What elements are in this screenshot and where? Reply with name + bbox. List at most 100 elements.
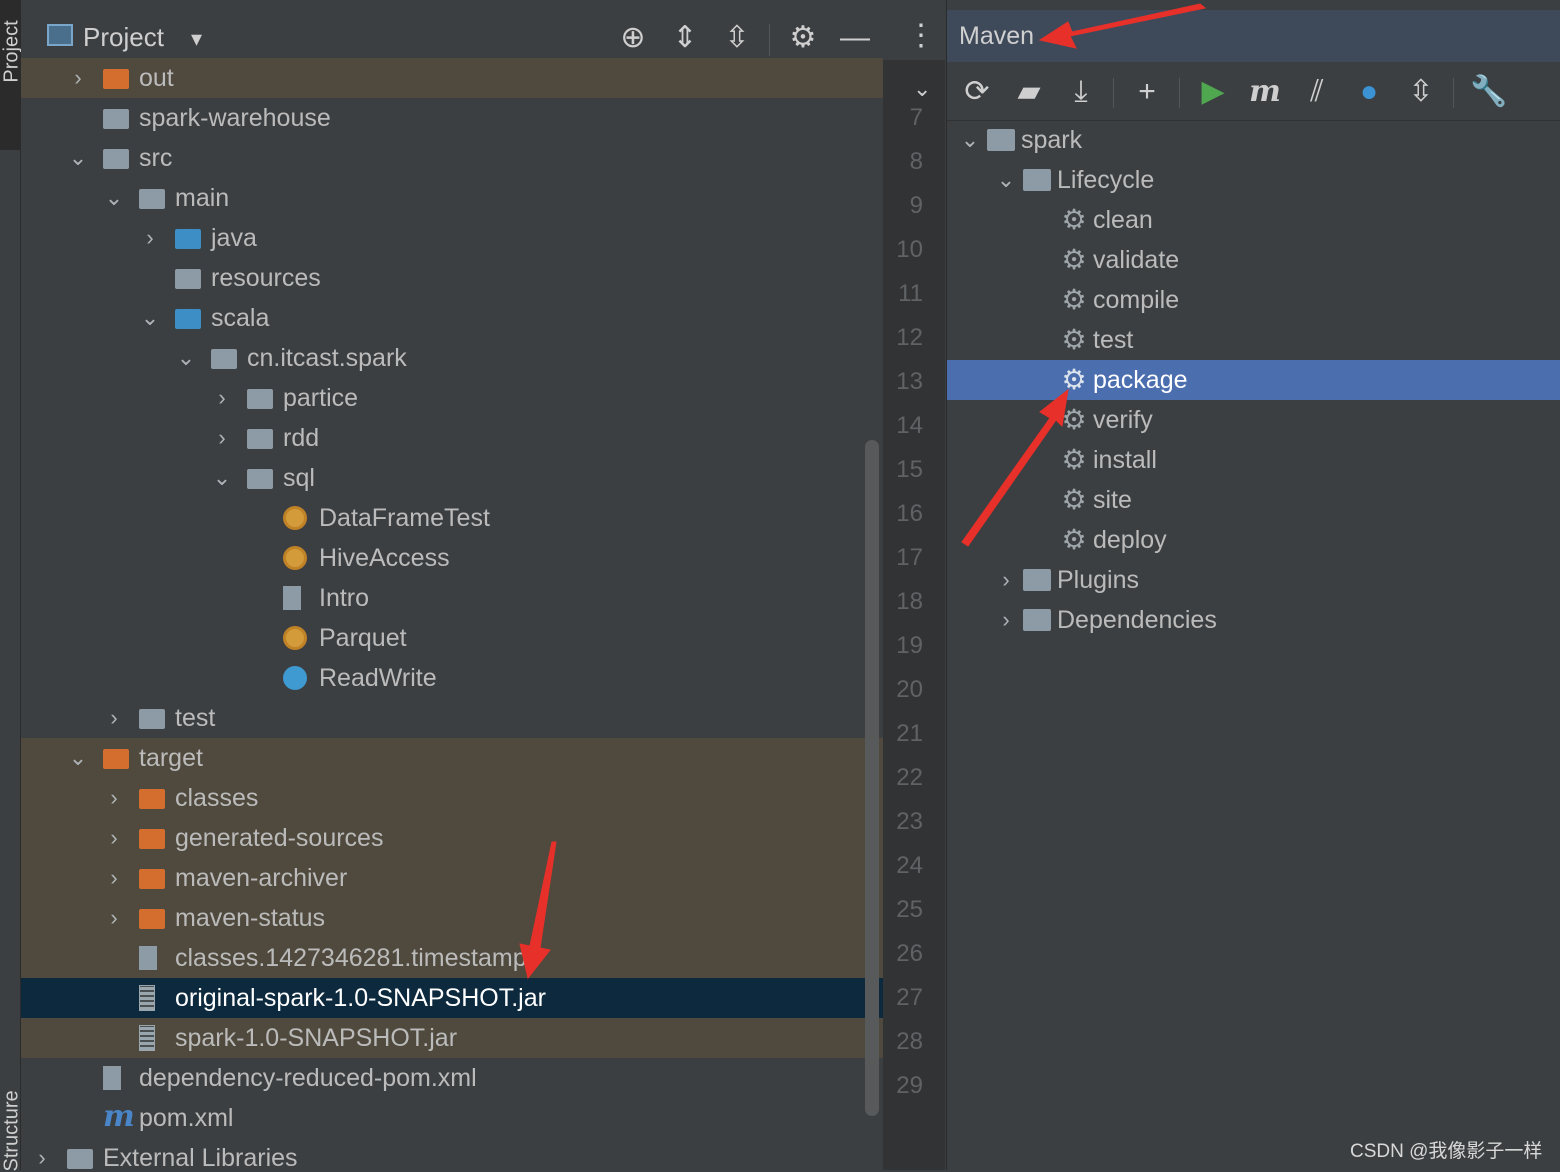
chevron-down-icon[interactable]: ▾ <box>191 26 202 52</box>
tree-row[interactable]: resources <box>21 258 883 298</box>
maven-goal-icon[interactable]: m <box>1245 72 1285 112</box>
line-number: 20 <box>896 676 923 703</box>
chevron-right-icon[interactable]: › <box>211 418 233 458</box>
tree-row[interactable]: › test <box>21 698 883 738</box>
locate-icon[interactable]: ⊕ <box>615 20 651 56</box>
project-scrollbar[interactable] <box>865 440 879 1116</box>
tree-row[interactable]: › classes <box>21 778 883 818</box>
chevron-down-icon[interactable]: ⌄ <box>67 138 89 178</box>
skip-tests-icon[interactable]: ● <box>1349 72 1389 112</box>
chevron-right-icon[interactable]: › <box>103 778 125 818</box>
chevron-right-icon[interactable]: › <box>103 898 125 938</box>
chevron-right-icon[interactable]: › <box>211 378 233 418</box>
tree-row[interactable]: › rdd <box>21 418 883 458</box>
tree-row-label: classes.1427346281.timestamp <box>175 944 527 972</box>
tree-row-label: ReadWrite <box>319 664 437 692</box>
tree-row[interactable]: ⌄ scala <box>21 298 883 338</box>
tree-row[interactable]: ReadWrite <box>21 658 883 698</box>
chevron-down-icon[interactable]: ⌄ <box>103 178 125 218</box>
gear-icon: ⚙ <box>1061 244 1087 275</box>
maven-title: Maven <box>959 22 1035 50</box>
folder-orange-icon <box>139 789 165 809</box>
chevron-right-icon[interactable]: › <box>103 698 125 738</box>
toggle-offline-icon[interactable]: ⫽ <box>1297 72 1337 112</box>
maven-tree-row-label: site <box>1093 486 1132 514</box>
plus-icon[interactable]: + <box>1127 72 1167 112</box>
collapse-icon[interactable]: ⇳ <box>1401 72 1441 112</box>
maven-tree-row[interactable]: ⚙ deploy <box>947 520 1560 560</box>
tree-row[interactable]: Intro <box>21 578 883 618</box>
line-number: 24 <box>896 852 923 879</box>
chevron-down-icon[interactable]: ⌄ <box>67 738 89 778</box>
more-options-icon[interactable]: ⋮ <box>906 18 936 53</box>
maven-tree-row[interactable]: ⚙ install <box>947 440 1560 480</box>
tree-row[interactable]: DataFrameTest <box>21 498 883 538</box>
chevron-right-icon[interactable]: › <box>103 818 125 858</box>
gear-icon[interactable]: ⚙ <box>785 20 821 56</box>
line-number: 16 <box>896 500 923 527</box>
settings-wrench-icon[interactable]: 🔧 <box>1469 72 1509 112</box>
chevron-down-icon[interactable]: ⌄ <box>959 120 981 160</box>
tree-row[interactable]: ⌄ sql <box>21 458 883 498</box>
line-number: 21 <box>896 720 923 747</box>
folder-orange-icon <box>103 749 129 769</box>
maven-tree-row[interactable]: ⚙ compile <box>947 280 1560 320</box>
tree-row[interactable]: › partice <box>21 378 883 418</box>
collapse-all-icon[interactable]: ⇳ <box>719 20 755 56</box>
tree-row[interactable]: spark-warehouse <box>21 98 883 138</box>
chevron-down-icon[interactable]: ⌄ <box>175 338 197 378</box>
expand-all-icon[interactable]: ⇕ <box>667 20 703 56</box>
gear-icon: ⚙ <box>1061 364 1087 395</box>
chevron-right-icon[interactable]: › <box>67 58 89 98</box>
project-view-selector[interactable]: Project <box>83 22 164 53</box>
tree-row[interactable]: ⌄ main <box>21 178 883 218</box>
tree-row[interactable]: spark-1.0-SNAPSHOT.jar <box>21 1018 883 1058</box>
chevron-right-icon[interactable]: › <box>31 1138 53 1170</box>
maven-tree-row[interactable]: ⚙ package <box>947 360 1560 400</box>
chevron-right-icon[interactable]: › <box>103 858 125 898</box>
tree-row[interactable]: › maven-status <box>21 898 883 938</box>
chevron-down-icon[interactable]: ⌄ <box>913 76 931 102</box>
tree-row[interactable]: ⌄ target <box>21 738 883 778</box>
maven-tree-row[interactable]: ⚙ test <box>947 320 1560 360</box>
maven-tree-row[interactable]: ⌄ Lifecycle <box>947 160 1560 200</box>
tree-row[interactable]: ⌄ src <box>21 138 883 178</box>
maven-tree-row[interactable]: ⚙ site <box>947 480 1560 520</box>
line-number: 7 <box>909 104 923 131</box>
line-number: 26 <box>896 940 923 967</box>
maven-tree-row[interactable]: › Plugins <box>947 560 1560 600</box>
tree-row[interactable]: › generated-sources <box>21 818 883 858</box>
add-folder-icon[interactable]: ▰ <box>1009 72 1049 112</box>
tree-row[interactable]: › java <box>21 218 883 258</box>
reload-icon[interactable]: ⟳ <box>957 72 997 112</box>
chevron-right-icon[interactable]: › <box>139 218 161 258</box>
tree-row[interactable]: original-spark-1.0-SNAPSHOT.jar <box>21 978 883 1018</box>
chevron-right-icon[interactable]: › <box>995 600 1017 640</box>
tree-row[interactable]: › out <box>21 58 883 98</box>
tree-row-label: out <box>139 64 174 92</box>
maven-tree-row[interactable]: ⚙ verify <box>947 400 1560 440</box>
tree-row[interactable]: Parquet <box>21 618 883 658</box>
maven-tree-row[interactable]: › Dependencies <box>947 600 1560 640</box>
tree-row[interactable]: › maven-archiver <box>21 858 883 898</box>
tree-row[interactable]: HiveAccess <box>21 538 883 578</box>
tree-row[interactable]: classes.1427346281.timestamp <box>21 938 883 978</box>
tree-row-label: generated-sources <box>175 824 384 852</box>
tree-row[interactable]: m pom.xml <box>21 1098 883 1138</box>
download-icon[interactable]: ⤓ <box>1061 72 1101 112</box>
maven-tree-row[interactable]: ⚙ validate <box>947 240 1560 280</box>
tree-row[interactable]: › External Libraries <box>21 1138 883 1170</box>
maven-tree-row[interactable]: ⚙ clean <box>947 200 1560 240</box>
minimize-icon[interactable]: — <box>837 20 873 56</box>
tree-row[interactable]: ⌄ cn.itcast.spark <box>21 338 883 378</box>
tree-row[interactable]: dependency-reduced-pom.xml <box>21 1058 883 1098</box>
folder-orange-icon <box>139 909 165 929</box>
line-number: 27 <box>896 984 923 1011</box>
package-icon <box>247 429 273 449</box>
chevron-down-icon[interactable]: ⌄ <box>211 458 233 498</box>
chevron-right-icon[interactable]: › <box>995 560 1017 600</box>
run-icon[interactable]: ▶ <box>1193 72 1233 112</box>
chevron-down-icon[interactable]: ⌄ <box>139 298 161 338</box>
chevron-down-icon[interactable]: ⌄ <box>995 160 1017 200</box>
maven-tree-row[interactable]: ⌄ spark <box>947 120 1560 160</box>
